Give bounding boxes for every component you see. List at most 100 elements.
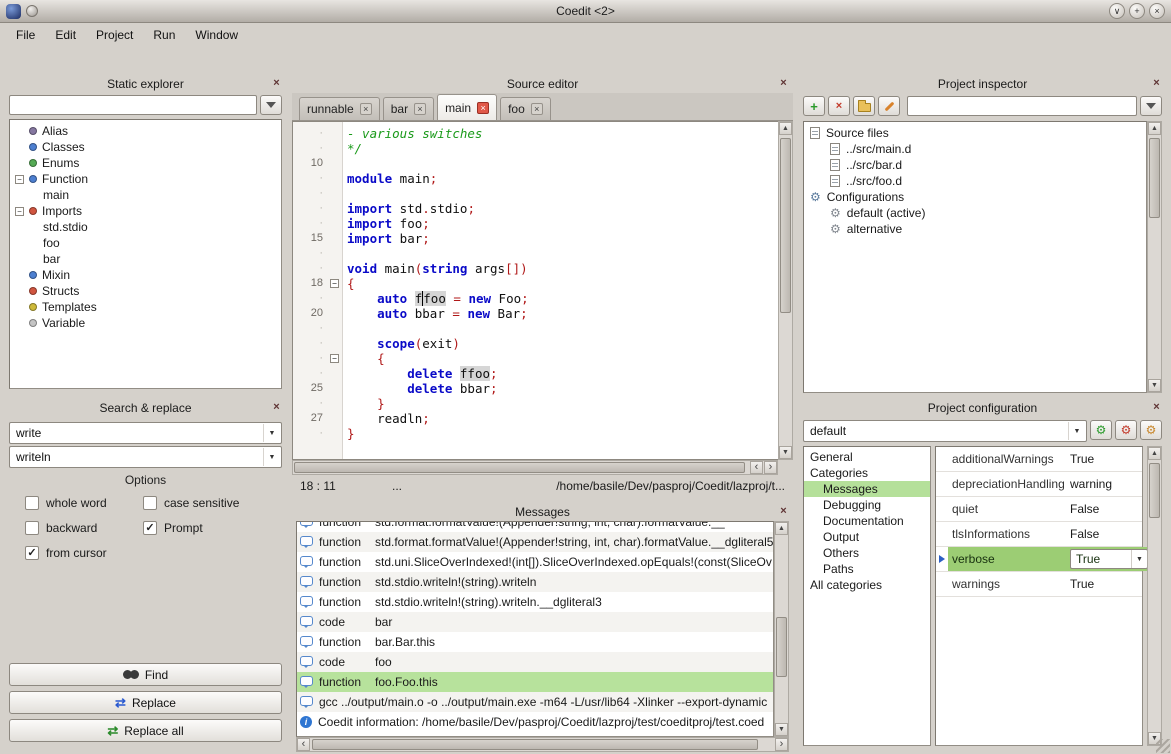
category-categories[interactable]: Categories [804, 465, 930, 481]
scrollbar-thumb[interactable] [1149, 463, 1160, 518]
close-panel-icon[interactable]: × [1150, 401, 1163, 414]
shade-button[interactable]: ∨ [1109, 3, 1125, 19]
option-from-cursor[interactable]: ✓from cursor [25, 545, 143, 560]
close-window-button[interactable]: × [1149, 3, 1165, 19]
tab-bar[interactable]: bar× [383, 97, 434, 120]
tab-close-icon[interactable]: × [531, 103, 543, 115]
property-additionalwarnings[interactable]: additionalWarningsTrue [936, 447, 1142, 472]
add-folder-button[interactable] [853, 96, 875, 116]
tab-close-icon[interactable]: × [360, 103, 372, 115]
tools-button[interactable] [878, 96, 900, 116]
scroll-left-icon[interactable]: ‹ [750, 461, 763, 474]
message-item[interactable]: functionstd.stdio.writeln!(string).write… [297, 592, 773, 612]
tab-runnable[interactable]: runnable× [299, 97, 380, 120]
code-line[interactable]: ·import std.stdio; [293, 201, 778, 216]
code-line[interactable]: · [293, 186, 778, 201]
tree-item-mixin[interactable]: Mixin [10, 267, 281, 283]
code-line[interactable]: · [293, 246, 778, 261]
inspector-filter-button[interactable] [1140, 96, 1162, 116]
category-general[interactable]: General [804, 449, 930, 465]
code-view[interactable]: ·- various switches·*/10·module main;··i… [292, 121, 778, 460]
scroll-right-icon[interactable]: › [775, 738, 788, 751]
message-item[interactable]: functionstd.stdio.writeln!(string).write… [297, 572, 773, 592]
remove-configuration-button[interactable]: ⚙ [1115, 420, 1137, 440]
clone-configuration-button[interactable]: ⚙ [1140, 420, 1162, 440]
tree-item-alias[interactable]: Alias [10, 123, 281, 139]
code-line[interactable]: ·import foo; [293, 216, 778, 231]
tab-main[interactable]: main× [437, 94, 497, 120]
pin-icon[interactable] [26, 5, 38, 17]
category-documentation[interactable]: Documentation [804, 513, 930, 529]
scroll-down-icon[interactable]: ▼ [775, 723, 788, 736]
code-line[interactable]: · delete ffoo; [293, 366, 778, 381]
project-item-configurations[interactable]: ⚙Configurations [804, 189, 1146, 205]
menu-run[interactable]: Run [143, 26, 185, 44]
message-item[interactable]: codefoo [297, 652, 773, 672]
collapse-icon[interactable]: − [15, 207, 24, 216]
inspector-vscrollbar[interactable]: ▲ ▼ [1147, 121, 1162, 393]
checkbox-icon[interactable] [143, 496, 157, 510]
scroll-up-icon[interactable]: ▲ [1148, 122, 1161, 135]
messages-header[interactable]: Messages × [292, 503, 793, 521]
menu-file[interactable]: File [6, 26, 45, 44]
find-term-combobox[interactable]: write ▼ [9, 422, 282, 444]
add-configuration-button[interactable]: ⚙ [1090, 420, 1112, 440]
code-line[interactable]: · [293, 321, 778, 336]
messages-vscrollbar[interactable]: ▲ ▼ [774, 521, 789, 737]
scrollbar-thumb[interactable] [1149, 138, 1160, 218]
message-item[interactable]: codebar [297, 612, 773, 632]
scroll-up-icon[interactable]: ▲ [779, 122, 792, 135]
message-item[interactable]: functionstd.uni.SliceOverIndexed!(int[])… [297, 552, 773, 572]
category-output[interactable]: Output [804, 529, 930, 545]
scrollbar-thumb[interactable] [776, 617, 787, 677]
message-item[interactable]: iCoedit information: /home/basile/Dev/pa… [297, 712, 773, 732]
scroll-left-icon[interactable]: ‹ [297, 738, 310, 751]
messages-hscrollbar[interactable]: ‹ › [296, 737, 789, 752]
category-others[interactable]: Others [804, 545, 930, 561]
code-line[interactable]: 27 readln; [293, 411, 778, 426]
code-line[interactable]: · auto ffoo = new Foo; [293, 291, 778, 306]
code-line[interactable]: ·- various switches [293, 126, 778, 141]
message-item[interactable]: functionbar.Bar.this [297, 632, 773, 652]
checkbox-icon[interactable] [25, 496, 39, 510]
chevron-down-icon[interactable]: ▼ [263, 448, 280, 466]
scroll-up-icon[interactable]: ▲ [1148, 447, 1161, 460]
button-find[interactable]: Find [9, 663, 282, 686]
configuration-combobox[interactable]: default ▼ [803, 420, 1087, 442]
search-replace-header[interactable]: Search & replace × [5, 399, 286, 417]
tree-item-main[interactable]: main [10, 187, 281, 203]
scrollbar-thumb[interactable] [294, 462, 745, 473]
tree-item-templates[interactable]: Templates [10, 299, 281, 315]
editor-hscrollbar[interactable]: ‹ › [292, 460, 778, 475]
code-line[interactable]: · } [293, 396, 778, 411]
option-case-sensitive[interactable]: case sensitive [143, 495, 278, 510]
category-all-categories[interactable]: All categories [804, 577, 930, 593]
code-line[interactable]: ·*/ [293, 141, 778, 156]
project-item-source-files[interactable]: Source files [804, 125, 1146, 141]
titlebar[interactable]: Coedit <2> ∨ + × [0, 0, 1171, 23]
chevron-down-icon[interactable]: ▼ [1068, 422, 1085, 440]
tree-item-classes[interactable]: Classes [10, 139, 281, 155]
window-resize-grip[interactable] [1156, 739, 1170, 753]
source-editor-header[interactable]: Source editor × [292, 75, 793, 93]
message-item[interactable]: functionstd.format.formatValue!(Appender… [297, 521, 773, 532]
checkbox-icon[interactable] [25, 521, 39, 535]
scrollbar-thumb[interactable] [780, 138, 791, 313]
property-warnings[interactable]: warningsTrue [936, 572, 1142, 597]
category-messages[interactable]: Messages [804, 481, 930, 497]
message-item[interactable]: functionfoo.Foo.this [297, 672, 773, 692]
tree-item-foo[interactable]: foo [10, 235, 281, 251]
code-line[interactable]: 25 delete bbar; [293, 381, 778, 396]
code-line[interactable]: 10 [293, 156, 778, 171]
menu-project[interactable]: Project [86, 26, 143, 44]
tab-close-icon[interactable]: × [477, 102, 489, 114]
close-panel-icon[interactable]: × [1150, 77, 1163, 90]
tree-item-function[interactable]: −Function [10, 171, 281, 187]
close-panel-icon[interactable]: × [270, 401, 283, 414]
tree-item-std-stdio[interactable]: std.stdio [10, 219, 281, 235]
project-item-src-bar-d[interactable]: ../src/bar.d [804, 157, 1146, 173]
maximize-button[interactable]: + [1129, 3, 1145, 19]
static-explorer-header[interactable]: Static explorer × [5, 75, 286, 93]
option-whole-word[interactable]: whole word [25, 495, 143, 510]
project-item-alternative[interactable]: ⚙alternative [804, 221, 1146, 237]
